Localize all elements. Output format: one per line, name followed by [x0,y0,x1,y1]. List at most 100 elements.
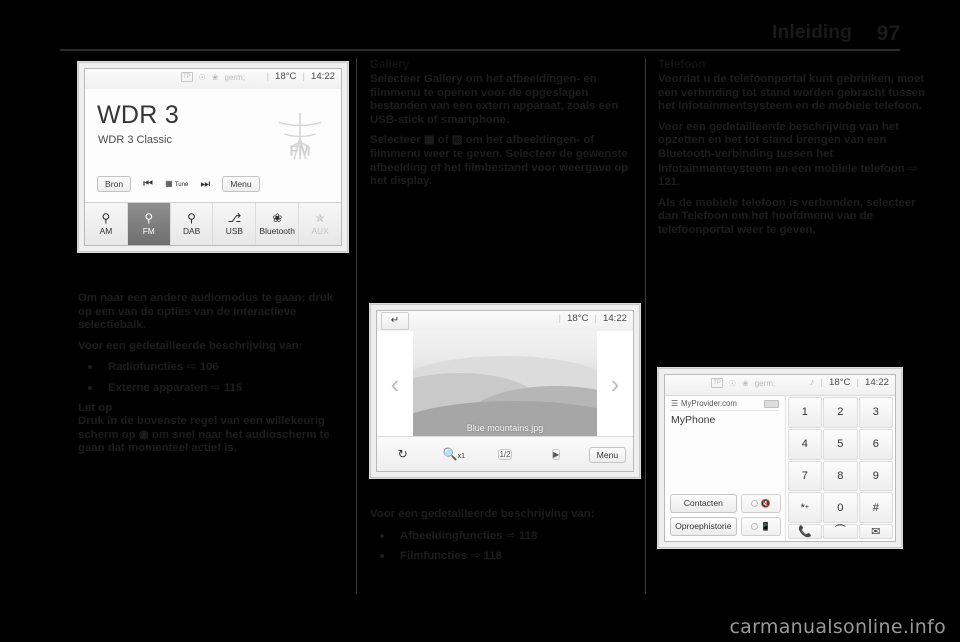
right-column-text: Telefoon Voordat u de telefoonportal kun… [658,58,928,238]
previous-track-icon[interactable]: ⏮ [143,178,153,191]
zoom-button[interactable]: 🔍x1 [428,447,479,461]
contacts-button[interactable]: Contacten [670,494,737,513]
chevron-left-icon[interactable]: ‹ [377,369,413,400]
gallery-screen-figure: ↵ | 18°C | 14:22 ‹ Blue mountains.jpg › [370,304,640,478]
section-heading-gallery: Gallery [370,58,410,71]
note-title: Let op [78,401,113,414]
microphone-mute-toggle[interactable]: 🔇 [740,494,781,513]
page-arrow-icon: ⇨ [470,548,481,563]
section-heading-telephone: Telefoon [658,58,706,71]
tab-label: FM [142,226,155,236]
handset-speaker-icon: 📱 [760,522,771,531]
tab-usb[interactable]: ⎇ USB [213,203,257,245]
key-6[interactable]: 6 [858,428,893,460]
tp-icon: TP [181,72,193,82]
gallery-menu-button[interactable]: Menu [582,447,633,463]
list-item: Filmfuncties ⇨ 118 [370,548,640,564]
tab-aux[interactable]: ✯ AUX [299,203,341,245]
rotate-icon[interactable]: ↻ [377,447,428,461]
music-note-icon: ♪ [809,377,815,388]
menu-button-label: Menu [588,447,627,463]
station-info: WDR 3 Classic [98,134,172,146]
status-separator-1: | [266,71,270,82]
reference-list: Radiofuncties ⇨ 106 Externe apparaten ⇨ … [78,360,348,395]
voicemail-icon[interactable]: ✉ [858,524,893,539]
gallery-photo[interactable]: Blue mountains.jpg [413,331,597,437]
text-part: Voor een gedetailleerde beschrijving van… [658,120,909,175]
middle-column-text-bottom: Voor een gedetailleerde beschrijving van… [370,508,640,570]
key-hash[interactable]: # [858,492,893,523]
key-8[interactable]: 8 [823,460,858,492]
slideshow-button[interactable]: ▶ [531,446,582,462]
key-7[interactable]: 7 [787,460,823,492]
zoom-level-label: x1 [457,453,465,460]
gallery-status-bar: ↵ | 18°C | 14:22 [377,311,633,332]
contacts-row: Contacten 🔇 [670,494,781,513]
aux-jack-icon: ✯ [315,211,326,225]
status-separator-2: | [302,71,305,82]
key-2[interactable]: 2 [823,397,858,428]
clock-readout: 14:22 [864,377,889,388]
tune-button[interactable]: ▦ Tune [165,179,188,190]
key-4[interactable]: 4 [787,428,823,460]
rds-icon: ☉ [728,378,737,388]
signal-strength-icon: ☰ [671,399,678,408]
provider-line: ☰ MyProvider.com [671,399,779,411]
status-right-group: | 18°C | 14:22 [559,313,627,324]
bullet-dot [380,554,384,559]
phone-status-bar: TP ☉ ❀ germ; ♪ | 18°C | 14:22 [665,375,895,396]
manual-page: Inleiding 97 TP ☉ ❀ germ; | 18°C | 14:22 [0,0,960,642]
battery-icon [763,399,779,408]
tab-dab[interactable]: ⚲ DAB [171,203,214,245]
menu-button[interactable]: Menu [222,176,260,192]
tab-label: DAB [182,226,201,236]
back-arrow-icon[interactable]: ↵ [381,312,409,330]
page-arrow-icon: ⇨ [505,527,516,542]
clock-readout: 14:22 [310,71,335,82]
bluetooth-icon: ❀ [211,72,219,82]
tab-fm[interactable]: ⚲ FM [127,203,171,245]
toggle-indicator [750,500,758,507]
microphone-mute-icon: 🔇 [760,499,771,508]
key-1[interactable]: 1 [787,397,823,428]
column-divider-1 [356,58,357,594]
handset-end-icon[interactable]: ⏜ [823,524,858,539]
tab-am[interactable]: ⚲ AM [85,203,128,245]
radio-main-area: WDR 3 WDR 3 Classic FM Bron ⏮ ▦ Tune ⏭ M… [85,89,341,203]
station-name: WDR 3 [97,101,180,129]
mute-icon: germ; [754,378,776,388]
tab-bluetooth[interactable]: ❀ Bluetooth [256,203,300,245]
rds-icon: ☉ [198,72,206,82]
reference-label: Radiofuncties [108,361,184,374]
text-part: Selecteer [370,134,424,147]
tp-icon: TP [711,378,723,388]
fit-button[interactable]: 1/2 [479,446,530,462]
list-item: Radiofuncties ⇨ 106 [78,360,348,375]
handset-speaker-toggle[interactable]: 📱 [740,517,781,536]
temperature-readout: 18°C [829,377,851,388]
text-part: Selecteer [370,73,424,85]
status-icons-group: TP ☉ ❀ germ; [711,378,775,388]
source-button[interactable]: Bron [97,176,132,192]
handset-call-icon[interactable]: 📞 [787,524,823,539]
key-star[interactable]: * + [787,492,823,523]
gallery-toolbar: ↻ 🔍x1 1/2 ▶ Menu [377,436,633,471]
bullet-dot [88,385,92,390]
key-9[interactable]: 9 [858,460,893,492]
photo-filename: Blue mountains.jpg [466,423,544,433]
toggle-indicator [750,523,758,530]
antenna-icon: ⚲ [144,211,154,225]
phone-action-buttons: Contacten 🔇 Oproephistorie 📱 [670,494,781,536]
tab-label: AM [99,226,113,236]
gallery-screen: ↵ | 18°C | 14:22 ‹ Blue mountains.jpg › [376,310,634,472]
header-rule [60,49,900,51]
key-0[interactable]: 0 [823,492,858,523]
call-history-button[interactable]: Oproephistorie [670,517,737,536]
chevron-right-icon[interactable]: › [597,369,633,400]
phone-info-panel: ☰ MyProvider.com MyPhone Contacten 🔇 Opr… [665,395,786,541]
key-5[interactable]: 5 [823,428,858,460]
tab-label: AUX [311,226,329,236]
next-track-icon[interactable]: ⏭ [200,178,210,191]
key-3[interactable]: 3 [858,397,893,428]
status-separator-1: | [820,377,824,388]
